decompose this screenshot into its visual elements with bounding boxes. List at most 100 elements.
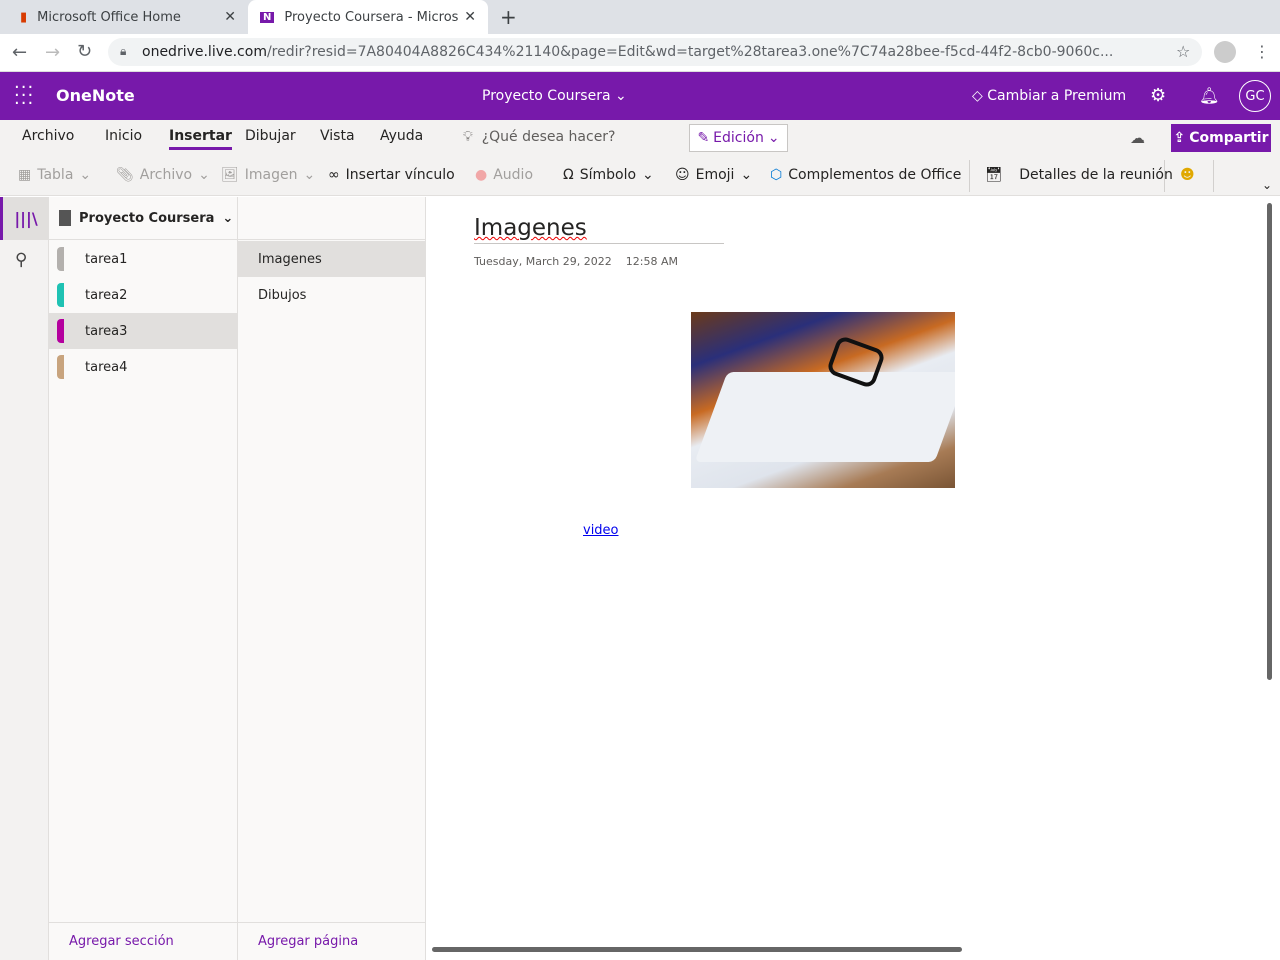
add-page-button[interactable]: Agregar página bbox=[238, 922, 425, 960]
tell-me-placeholder: ¿Qué desea hacer? bbox=[481, 129, 616, 145]
tab-ayuda[interactable]: Ayuda bbox=[380, 128, 423, 144]
profile-icon[interactable] bbox=[1214, 41, 1236, 63]
section-label: tarea4 bbox=[85, 359, 128, 375]
url-path: /redir?resid=7A80404A8826C434%21140&page… bbox=[266, 44, 1114, 60]
cloud-sync-icon[interactable]: ☁ bbox=[1130, 129, 1145, 147]
gear-icon[interactable]: ⚙ bbox=[1150, 85, 1166, 106]
image-button[interactable]: 🖼︎ Imagen ⌄ bbox=[221, 167, 315, 183]
menu-icon[interactable]: ⋮ bbox=[1254, 42, 1270, 61]
page-dibujos[interactable]: Dibujos bbox=[238, 277, 425, 313]
expand-ribbon-icon[interactable]: ⌄ bbox=[1262, 178, 1272, 192]
star-icon[interactable]: ☆ bbox=[1176, 42, 1190, 61]
new-tab-icon[interactable]: + bbox=[500, 5, 517, 29]
notebook-title-dropdown[interactable]: Proyecto Coursera ⌄ bbox=[482, 88, 627, 104]
premium-label: Cambiar a Premium bbox=[987, 88, 1127, 104]
url-input[interactable]: onedrive.live.com/redir?resid=7A80404A88… bbox=[108, 38, 1202, 66]
bell-icon[interactable]: 🔔︎ bbox=[1199, 86, 1219, 105]
add-section-button[interactable]: Agregar sección bbox=[49, 922, 237, 960]
avatar[interactable]: GC bbox=[1239, 80, 1271, 112]
forward-icon[interactable]: → bbox=[45, 42, 60, 63]
divider bbox=[1164, 160, 1165, 192]
smiley-icon: ☺ bbox=[675, 167, 690, 183]
page-label: Imagenes bbox=[258, 251, 322, 267]
premium-button[interactable]: ◇ Cambiar a Premium bbox=[972, 88, 1126, 104]
editing-mode-dropdown[interactable]: ✎ Edición ⌄ bbox=[689, 124, 788, 152]
notebook-icon bbox=[59, 210, 71, 226]
close-icon[interactable]: ✕ bbox=[464, 9, 476, 25]
tab-vista[interactable]: Vista bbox=[320, 128, 355, 144]
section-color-tab bbox=[57, 283, 64, 307]
section-color-tab bbox=[57, 247, 64, 271]
book-pages bbox=[694, 372, 955, 462]
close-icon[interactable]: ✕ bbox=[224, 9, 236, 25]
page-imagenes[interactable]: Imagenes bbox=[238, 241, 425, 277]
onenote-icon: N bbox=[260, 11, 275, 23]
paperclip-icon: 📎︎ bbox=[116, 167, 134, 183]
share-button[interactable]: ⇪ Compartir bbox=[1171, 124, 1271, 152]
left-rail bbox=[0, 197, 49, 960]
tab-inicio[interactable]: Inicio bbox=[105, 128, 142, 144]
link-icon: ∞ bbox=[328, 167, 340, 183]
laughing-emoji-button[interactable]: ☻ bbox=[1180, 167, 1195, 183]
reload-icon[interactable]: ↻ bbox=[77, 41, 92, 62]
image-label: Imagen bbox=[244, 167, 298, 183]
meeting-details-button[interactable]: 📅︎ Detalles de la reunión bbox=[985, 167, 1173, 183]
app-launcher-icon[interactable]: ··· ··· ··· bbox=[14, 79, 34, 113]
symbol-label: Símbolo bbox=[579, 167, 637, 183]
section-tarea1[interactable]: tarea1 bbox=[49, 241, 237, 277]
tab-title: Microsoft Office Home bbox=[37, 9, 181, 25]
mode-label: Edición bbox=[713, 130, 764, 146]
laughing-emoji-icon: ☻ bbox=[1180, 167, 1195, 183]
chevron-down-icon: ⌄ bbox=[767, 130, 780, 146]
book-glasses-image[interactable] bbox=[691, 312, 955, 488]
page-timestamp: Tuesday, March 29, 2022 12:58 AM bbox=[474, 255, 678, 268]
audio-label: Audio bbox=[493, 167, 534, 183]
audio-button[interactable]: ● Audio bbox=[475, 167, 533, 183]
meeting-label: Detalles de la reunión bbox=[1019, 167, 1173, 183]
section-tarea2[interactable]: tarea2 bbox=[49, 277, 237, 313]
emoji-button[interactable]: ☺ Emoji ⌄ bbox=[675, 167, 752, 183]
notebooks-icon[interactable]: |||\ bbox=[0, 197, 49, 240]
browser-tab-onenote[interactable]: N Proyecto Coursera - Micros ✕ bbox=[248, 0, 488, 34]
office-addins-button[interactable]: ⬡ Complementos de Office bbox=[770, 167, 961, 183]
tell-me-search[interactable]: 💡︎ ¿Qué desea hacer? bbox=[463, 129, 616, 145]
section-tarea3[interactable]: tarea3 bbox=[49, 313, 237, 349]
notebook-name: Proyecto Coursera bbox=[79, 210, 215, 226]
url-host: onedrive.live.com bbox=[142, 44, 267, 60]
divider bbox=[1213, 160, 1214, 192]
chevron-down-icon: ⌄ bbox=[222, 210, 234, 226]
page-list: Imagenes Dibujos Agregar página bbox=[238, 240, 426, 960]
notebook-dropdown[interactable]: Proyecto Coursera ⌄ bbox=[49, 197, 237, 240]
search-icon[interactable]: ⚲ bbox=[15, 250, 27, 270]
page-label: Dibujos bbox=[258, 287, 307, 303]
section-label: tarea1 bbox=[85, 251, 128, 267]
tab-insertar[interactable]: Insertar bbox=[169, 128, 232, 150]
link-label: Insertar vínculo bbox=[345, 167, 455, 183]
browser-tab-office[interactable]: ▮ Microsoft Office Home ✕ bbox=[8, 0, 248, 34]
table-button[interactable]: ▦ Tabla ⌄ bbox=[18, 167, 91, 183]
lock-icon: 🔒︎ bbox=[120, 44, 127, 58]
tab-archivo[interactable]: Archivo bbox=[22, 128, 74, 144]
section-list: Proyecto Coursera ⌄ tarea1 tarea2 tarea3 … bbox=[49, 197, 238, 960]
tab-dibujar[interactable]: Dibujar bbox=[245, 128, 296, 144]
symbol-button[interactable]: Ω Símbolo ⌄ bbox=[563, 167, 654, 183]
page-title-text: Imagenes bbox=[474, 215, 587, 241]
share-icon: ⇪ bbox=[1173, 130, 1186, 146]
horizontal-scrollbar[interactable] bbox=[432, 947, 962, 952]
section-color-tab bbox=[57, 355, 64, 379]
section-label: tarea2 bbox=[85, 287, 128, 303]
add-section-label: Agregar sección bbox=[69, 934, 174, 949]
insert-link-button[interactable]: ∞ Insertar vínculo bbox=[328, 167, 455, 183]
page-title[interactable]: Imagenes bbox=[474, 215, 724, 244]
back-icon[interactable]: ← bbox=[12, 42, 27, 63]
record-icon: ● bbox=[475, 167, 488, 183]
section-tarea4[interactable]: tarea4 bbox=[49, 349, 237, 385]
app-name[interactable]: OneNote bbox=[56, 86, 135, 105]
diamond-icon: ◇ bbox=[972, 88, 983, 104]
file-button[interactable]: 📎︎ Archivo ⌄ bbox=[116, 167, 210, 183]
video-link[interactable]: video bbox=[583, 523, 619, 538]
lightbulb-icon: 💡︎ bbox=[463, 129, 473, 145]
vertical-scrollbar[interactable] bbox=[1267, 203, 1272, 680]
file-label: Archivo bbox=[139, 167, 193, 183]
emoji-label: Emoji bbox=[695, 167, 735, 183]
